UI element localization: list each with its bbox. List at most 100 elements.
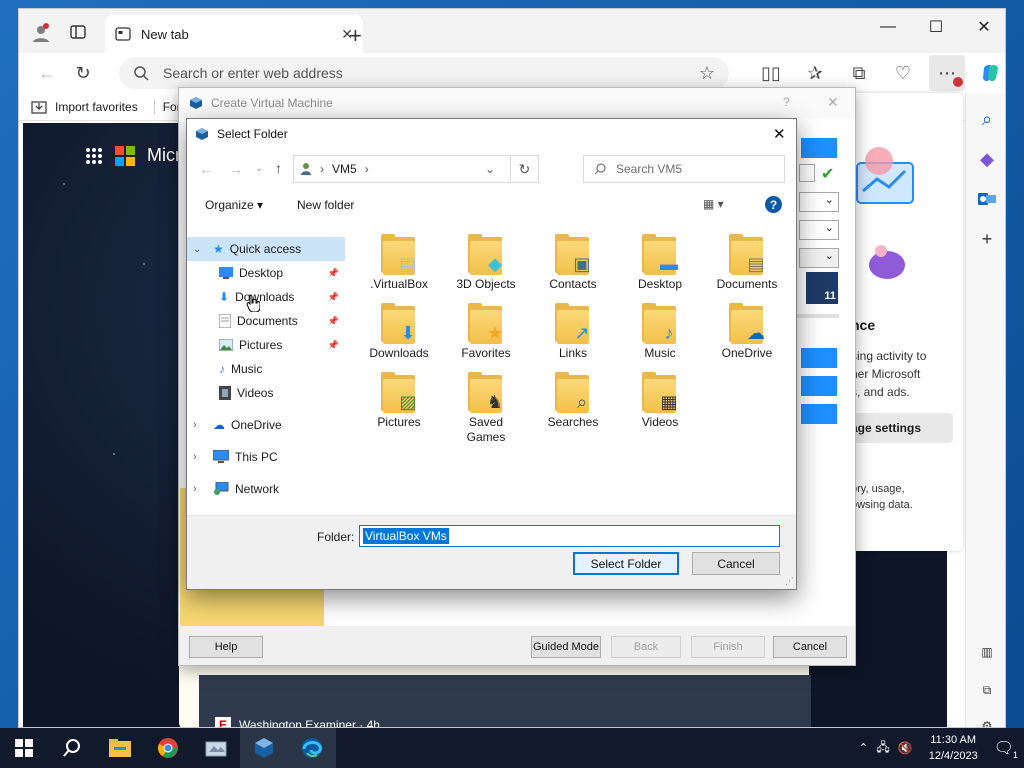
new-tab-button[interactable]: + [349, 23, 362, 49]
expand-chevron-icon[interactable]: ⌄ [193, 244, 207, 255]
folder-item[interactable]: ♞ Saved Games [444, 369, 528, 445]
folder-item[interactable]: ♪ Music [618, 300, 702, 361]
dialog-close-button[interactable]: ✕ [773, 125, 786, 143]
favorites-icon[interactable]: ✰ [797, 55, 833, 91]
network-status-icon[interactable]: 🖧 [876, 738, 889, 759]
help-icon[interactable]: ? [765, 196, 782, 213]
up-folder-icon[interactable]: ↑ [275, 160, 282, 176]
collapse-chevron-icon[interactable]: › [193, 483, 207, 495]
folder-item[interactable]: ★ Favorites [444, 300, 528, 361]
dialog-cancel-button[interactable]: Cancel [692, 552, 780, 575]
folder-item[interactable]: ▨ Pictures [357, 369, 441, 430]
finish-button[interactable]: Finish [691, 636, 765, 658]
folder-name-input[interactable]: VirtualBox VMs [359, 525, 780, 547]
favorite-star-icon[interactable]: ☆ [699, 63, 715, 84]
path-segment[interactable]: VM5 [332, 162, 357, 176]
minimize-button[interactable]: — [865, 9, 911, 45]
notifications-icon[interactable]: 🗨 1 [994, 738, 1018, 760]
nav-quick-access[interactable]: ⌄ ★ Quick access [187, 237, 345, 261]
collapse-chevron-icon[interactable]: › [193, 419, 207, 431]
recent-locations-icon[interactable]: ⌄ [255, 163, 263, 174]
show-hidden-icons-icon[interactable]: ⌃ [858, 741, 868, 755]
nav-item-music[interactable]: ♪ Music [187, 357, 345, 381]
search-box[interactable]: Search VM5 [583, 155, 785, 183]
dialog-forward-icon[interactable]: → [229, 161, 243, 177]
wizard-combo-3[interactable]: ⌄ [799, 248, 839, 268]
nav-item-downloads[interactable]: ⬇ Downloads 📌 [187, 285, 345, 309]
nav-item-documents[interactable]: Documents 📌 [187, 309, 345, 333]
edge-taskbar-icon[interactable] [288, 728, 336, 768]
settings-more-icon[interactable]: ⋯ [929, 55, 965, 91]
wizard-help-button[interactable]: ? [783, 95, 790, 109]
new-folder-button[interactable]: New folder [297, 198, 354, 212]
tab-new-tab[interactable]: New tab ✕ [105, 15, 363, 53]
wizard-combo-2[interactable]: ⌄ [799, 220, 839, 240]
start-button[interactable] [0, 728, 48, 768]
piggy-bank-icon [861, 243, 911, 283]
sidebar-panel-icon[interactable]: ▥ [966, 645, 1005, 669]
taskbar-search-icon[interactable] [48, 728, 96, 768]
nav-item-pictures[interactable]: Pictures 📌 [187, 333, 345, 357]
nav-this-pc[interactable]: › This PC [187, 445, 345, 469]
resize-grip-icon[interactable]: ⋰ [785, 576, 794, 587]
split-screen-icon[interactable]: ▯▯ [753, 55, 789, 91]
back-button[interactable]: Back [611, 636, 681, 658]
back-icon[interactable]: ← [29, 55, 65, 91]
taskbar: ⌃ 🖧 🔇 11:30 AM 12/4/2023 🗨 1 [0, 728, 1024, 768]
sidebar-settings-icon[interactable]: ⚙ [966, 719, 1005, 727]
folder-item[interactable]: ⬇ Downloads [357, 300, 441, 361]
sidebar-copilot-icon[interactable]: ◆ [966, 139, 1005, 179]
collapse-chevron-icon[interactable]: › [193, 451, 207, 463]
file-explorer-icon[interactable] [96, 728, 144, 768]
folder-item[interactable]: ▤ .VirtualBox [357, 231, 441, 292]
tab-actions-icon[interactable] [69, 23, 87, 41]
clock[interactable]: 11:30 AM 12/4/2023 [929, 732, 978, 764]
app-launcher-icon[interactable] [85, 147, 103, 165]
organize-button[interactable]: Organize ▾ [205, 198, 263, 212]
virtualbox-taskbar-icon[interactable] [240, 728, 288, 768]
maximize-button[interactable]: ☐ [913, 9, 959, 45]
folder-item[interactable]: ▦ Videos [618, 369, 702, 430]
folder-item[interactable]: ↗ Links [531, 300, 615, 361]
profile-icon[interactable] [31, 23, 51, 43]
nav-item-desktop[interactable]: Desktop 📌 [187, 261, 345, 285]
sidebar-outlook-icon[interactable] [966, 179, 1005, 219]
folder-item[interactable]: ☁ OneDrive [705, 300, 789, 361]
path-dropdown-icon[interactable]: ⌄ [478, 162, 502, 176]
import-favorites-link[interactable]: Import favorites [55, 100, 138, 114]
path-bar[interactable]: › VM5 › ⌄ ↻ [293, 155, 539, 183]
wizard-cancel-button[interactable]: Cancel [773, 636, 847, 658]
refresh-path-icon[interactable]: ↻ [510, 156, 538, 182]
address-bar[interactable]: Search or enter web address ☆ [119, 57, 729, 89]
copilot-icon[interactable] [973, 55, 1005, 91]
folder-item[interactable]: ▣ Contacts [531, 231, 615, 292]
wizard-combo-1[interactable]: ⌄ [799, 192, 839, 212]
folder-item[interactable]: ⌕ Searches [531, 369, 615, 430]
select-folder-button[interactable]: Select Folder [573, 552, 679, 575]
folder-item[interactable]: ◆ 3D Objects [444, 231, 528, 292]
sidebar-external-icon[interactable]: ⧉ [966, 683, 1005, 707]
sidebar-search-icon[interactable]: ⌕ [966, 99, 1005, 139]
browser-essentials-icon[interactable]: ♡ [885, 55, 921, 91]
manage-settings-button[interactable]: age settings [841, 413, 953, 443]
chrome-icon[interactable] [144, 728, 192, 768]
snipping-tool-icon[interactable] [192, 728, 240, 768]
help-button[interactable]: Help [189, 636, 263, 658]
news-card-footer[interactable]: E Washington Examiner · 4h [199, 675, 811, 727]
guided-mode-button[interactable]: Guided Mode [531, 636, 601, 658]
view-options-icon[interactable]: ▦ ▾ [703, 197, 724, 211]
nav-network[interactable]: › Network [187, 477, 345, 501]
dialog-virtualbox-icon [195, 127, 209, 141]
wizard-close-button[interactable]: ✕ [827, 94, 839, 111]
favorites-folder-link[interactable]: For [153, 99, 181, 114]
collections-icon[interactable]: ⧉ [841, 55, 877, 91]
folder-item[interactable]: ▬ Desktop [618, 231, 702, 292]
nav-item-videos[interactable]: Videos [187, 381, 345, 405]
close-window-button[interactable]: ✕ [961, 9, 1005, 45]
refresh-icon[interactable]: ↻ [65, 55, 101, 91]
dialog-back-icon[interactable]: ← [199, 161, 213, 177]
sidebar-add-icon[interactable]: + [966, 219, 1005, 259]
volume-muted-icon[interactable]: 🔇 [898, 741, 913, 755]
folder-item[interactable]: ▤ Documents [705, 231, 789, 292]
nav-onedrive[interactable]: › ☁ OneDrive [187, 413, 345, 437]
